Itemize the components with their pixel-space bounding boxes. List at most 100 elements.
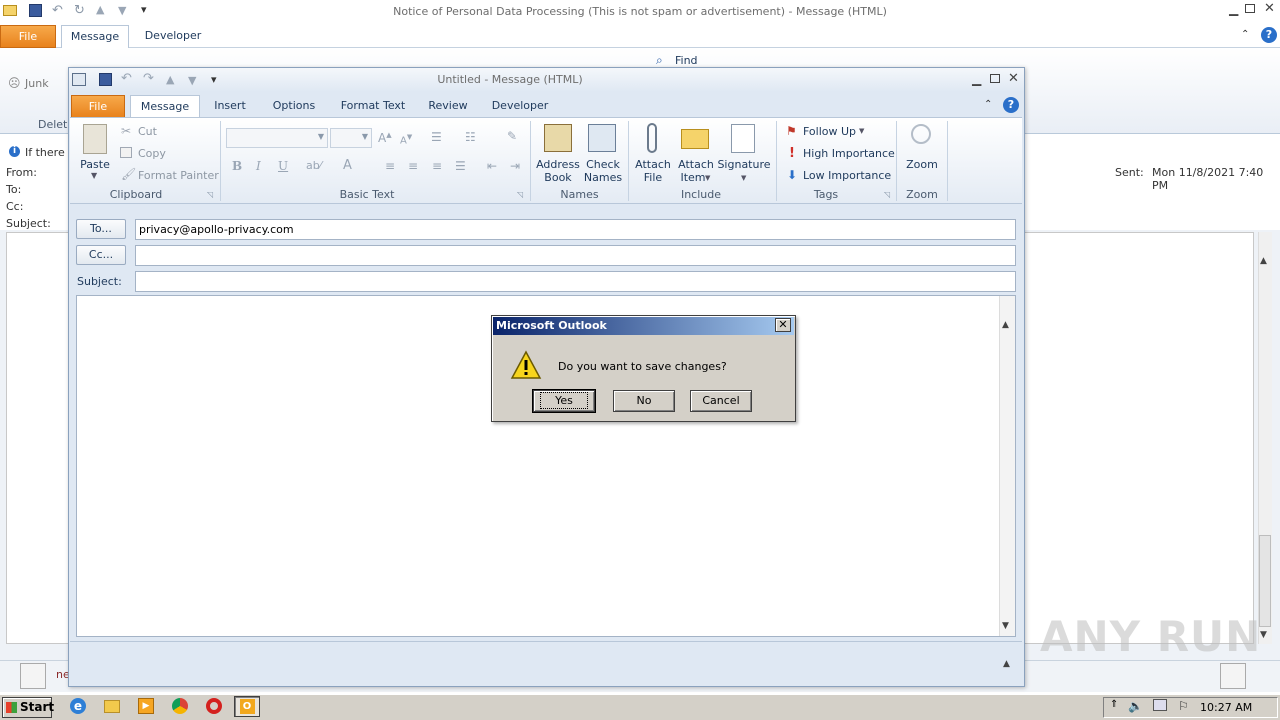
font-color-icon[interactable]: A	[343, 158, 352, 173]
copy-button[interactable]: Copy	[138, 147, 166, 160]
no-button[interactable]: No	[613, 390, 675, 412]
media-player-icon[interactable]: ▶	[138, 698, 158, 716]
outlook-taskbar-icon[interactable]: O	[234, 696, 260, 717]
undo-icon[interactable]: ↶	[52, 3, 63, 18]
chrome-icon[interactable]	[172, 698, 192, 716]
to-field[interactable]: privacy@apollo-privacy.com	[135, 219, 1016, 240]
action-center-flag-icon[interactable]: ⚐	[1178, 699, 1189, 713]
justify-icon[interactable]: ☰	[455, 159, 466, 173]
find-button[interactable]: Find	[675, 54, 698, 67]
underline-icon[interactable]: U	[278, 159, 288, 173]
zoom-button[interactable]: Zoom	[901, 121, 943, 185]
redo-icon[interactable]: ↷	[143, 71, 154, 86]
maximize-icon[interactable]	[990, 74, 1000, 83]
ribbon-collapse-icon[interactable]: ⌃	[1241, 29, 1249, 40]
tray-expand-icon[interactable]: ⇑	[1110, 699, 1118, 710]
help-icon[interactable]: ?	[1261, 27, 1277, 43]
to-button[interactable]: To...	[76, 219, 126, 239]
restore-icon[interactable]	[1245, 4, 1255, 13]
italic-icon[interactable]: I	[256, 159, 261, 173]
clear-formatting-icon[interactable]: ✎	[507, 129, 517, 143]
cc-button[interactable]: Cc...	[76, 245, 126, 265]
cut-button[interactable]: Cut	[138, 125, 157, 138]
tab-review[interactable]: Review	[424, 95, 472, 118]
decrease-indent-icon[interactable]: ⇤	[487, 159, 497, 173]
up-arrow-icon[interactable]: ▲	[96, 3, 104, 16]
ribbon-collapse-icon[interactable]: ⌃	[984, 99, 992, 110]
high-importance-button[interactable]: High Importance	[803, 147, 895, 160]
dialog-launcher-icon[interactable]: ◹	[517, 190, 523, 199]
down-arrow-icon[interactable]: ▼	[188, 74, 196, 87]
dropdown-arrow-icon: ▼	[91, 171, 98, 180]
minimize-icon[interactable]: ▁	[972, 72, 981, 86]
bg-tab-message[interactable]: Message	[61, 25, 129, 48]
font-family-select[interactable]: ▼	[226, 128, 328, 148]
tab-options[interactable]: Options	[266, 95, 322, 118]
shrink-font-icon[interactable]: A▼	[400, 133, 412, 146]
minimize-icon[interactable]: ▁	[1229, 2, 1238, 16]
undo-icon[interactable]: ↶	[121, 71, 132, 86]
bg-tab-developer[interactable]: Developer	[140, 25, 206, 48]
bg-tab-file[interactable]: File	[0, 25, 56, 48]
align-center-icon[interactable]: ≡	[408, 159, 418, 173]
signature-button[interactable]: Signature ▼	[717, 121, 771, 185]
folder-icon[interactable]	[104, 698, 124, 716]
highlight-icon[interactable]: ab⁄	[306, 159, 322, 172]
network-icon[interactable]	[1153, 699, 1167, 711]
check-names-button[interactable]: Check Names	[582, 121, 624, 185]
numbering-icon[interactable]: ☷	[465, 130, 476, 144]
customize-qat-icon[interactable]: ▾	[211, 73, 217, 86]
align-right-icon[interactable]: ≡	[432, 159, 442, 173]
yes-button[interactable]: Yes	[532, 389, 596, 413]
paste-button[interactable]: Paste ▼	[76, 121, 114, 183]
internet-explorer-icon[interactable]: e	[70, 698, 90, 716]
start-button[interactable]: Start	[2, 697, 54, 718]
scroll-up-icon[interactable]: ▲	[1260, 256, 1267, 266]
subject-field[interactable]	[135, 271, 1016, 292]
junk-button[interactable]: Junk	[25, 77, 49, 90]
expand-icon[interactable]: ▲	[1003, 659, 1010, 669]
follow-up-button[interactable]: Follow Up	[803, 125, 856, 138]
dialog-launcher-icon[interactable]: ◹	[884, 190, 890, 199]
redo-icon[interactable]: ↻	[74, 3, 85, 18]
font-size-select[interactable]: ▼	[330, 128, 372, 148]
scroll-down-icon[interactable]: ▼	[1002, 621, 1009, 631]
tab-message[interactable]: Message	[130, 95, 200, 118]
attach-file-button[interactable]: Attach File	[632, 121, 674, 185]
tab-insert[interactable]: Insert	[208, 95, 252, 118]
find-icon[interactable]: ⌕	[656, 53, 663, 68]
volume-icon[interactable]: 🔈	[1128, 699, 1143, 713]
compose-scrollbar[interactable]	[999, 296, 1015, 636]
attach-item-button[interactable]: Attach Item ▼	[675, 121, 717, 185]
customize-qat-icon[interactable]: ▾	[141, 3, 147, 16]
down-arrow-icon[interactable]: ▼	[118, 4, 126, 17]
low-importance-button[interactable]: Low Importance	[803, 169, 891, 182]
dropdown-arrow-icon[interactable]: ▼	[859, 127, 864, 135]
cc-field[interactable]	[135, 245, 1016, 266]
info-bar-text[interactable]: If there	[25, 146, 65, 159]
cancel-button[interactable]: Cancel	[690, 390, 752, 412]
opera-icon[interactable]	[206, 698, 226, 716]
up-arrow-icon[interactable]: ▲	[166, 73, 174, 86]
align-left-icon[interactable]: ≡	[385, 159, 395, 173]
save-icon[interactable]	[29, 4, 42, 17]
dialog-close-button[interactable]: ✕	[775, 318, 791, 332]
grow-font-icon[interactable]: A▲	[378, 131, 392, 145]
tab-format-text[interactable]: Format Text	[336, 95, 410, 118]
help-icon[interactable]: ?	[1003, 97, 1019, 113]
increase-indent-icon[interactable]: ⇥	[510, 159, 520, 173]
address-book-label-line2: Book	[544, 171, 572, 184]
address-book-button[interactable]: Address Book	[535, 121, 581, 185]
save-icon[interactable]	[99, 73, 112, 86]
junk-icon[interactable]: ☹	[8, 76, 21, 90]
format-painter-button[interactable]: Format Painter	[138, 169, 219, 182]
tab-file[interactable]: File	[71, 95, 125, 118]
tab-developer[interactable]: Developer	[488, 95, 552, 118]
close-icon[interactable]: ✕	[1264, 1, 1275, 16]
bold-icon[interactable]: B	[232, 159, 242, 173]
close-icon[interactable]: ✕	[1008, 71, 1019, 86]
scissors-icon: ✂	[121, 124, 132, 138]
dialog-launcher-icon[interactable]: ◹	[207, 190, 213, 199]
scroll-up-icon[interactable]: ▲	[1002, 320, 1009, 330]
bullets-icon[interactable]: ☰	[431, 130, 442, 144]
